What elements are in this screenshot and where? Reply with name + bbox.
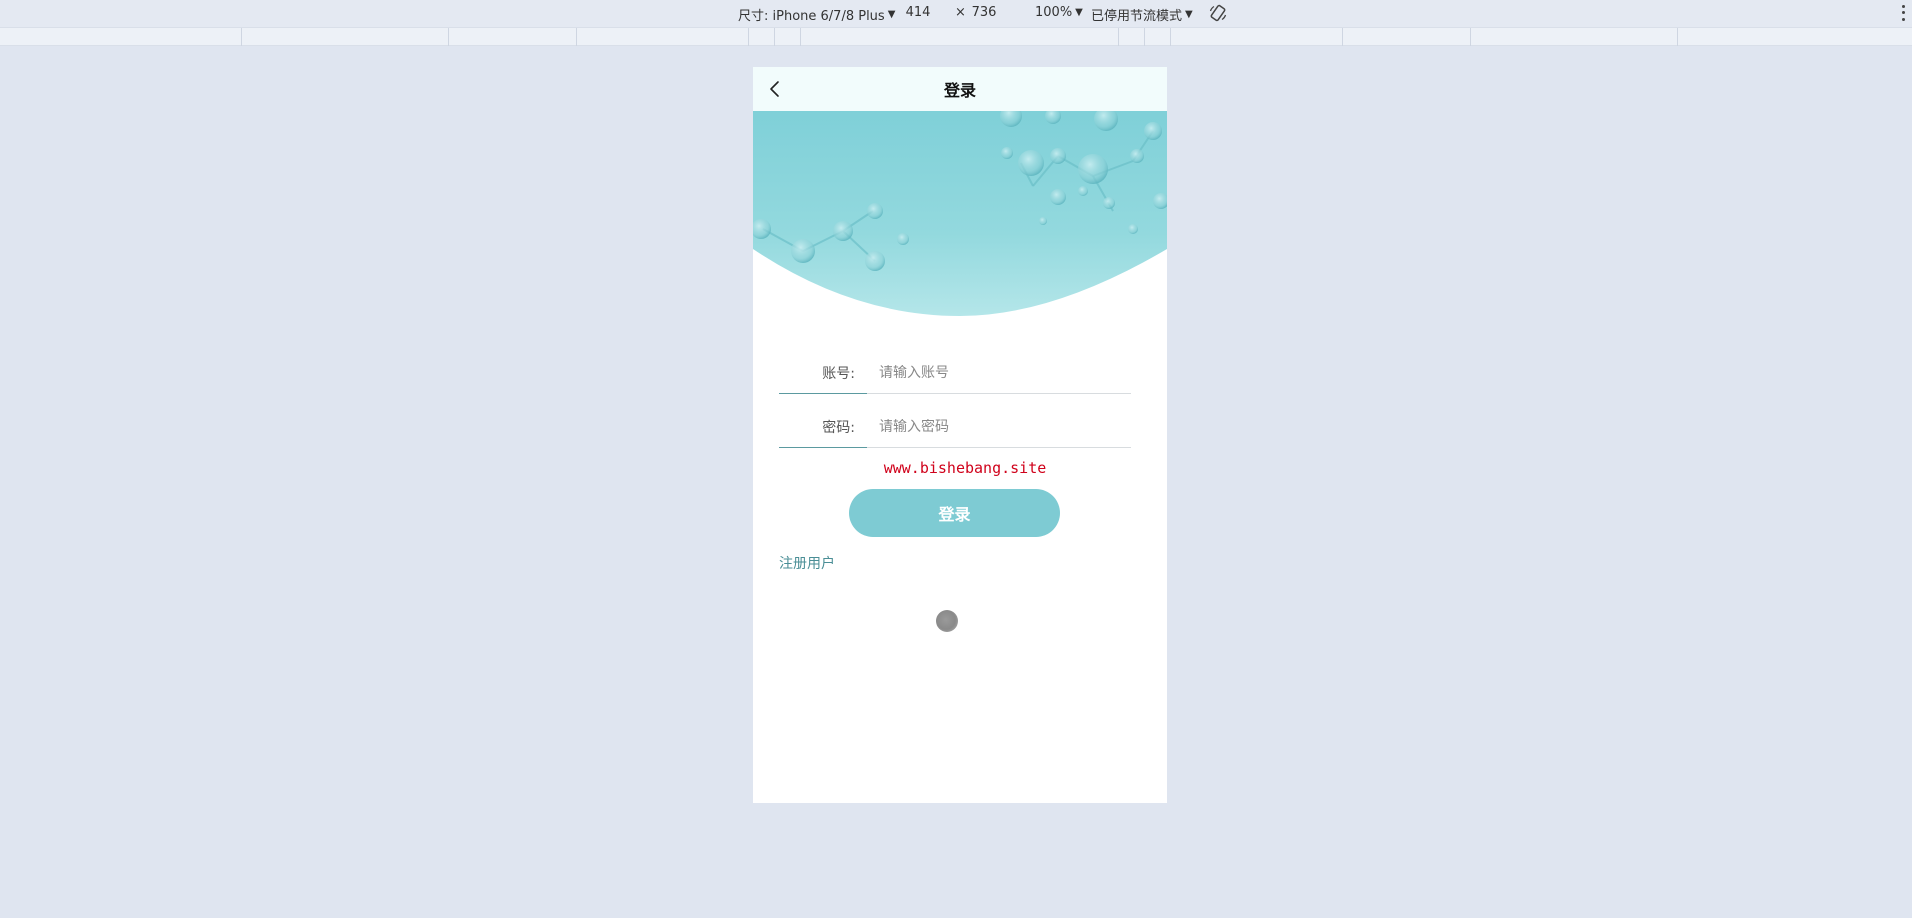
password-field: 密码: — [779, 406, 1131, 448]
account-field: 账号: — [779, 352, 1131, 394]
back-button[interactable] — [761, 75, 789, 103]
media-query-ruler — [0, 27, 1912, 46]
login-button[interactable]: 登录 — [849, 489, 1060, 537]
watermark-text: www.bishebang.site — [883, 459, 1047, 477]
register-link[interactable]: 注册用户 — [779, 553, 835, 573]
zoom-select-label: 100% — [1035, 5, 1073, 20]
more-options-icon[interactable] — [1900, 3, 1906, 23]
rotate-icon — [1209, 4, 1227, 22]
caret-down-icon: ▼ — [887, 9, 896, 20]
devtools-device-toolbar: 尺寸: iPhone 6/7/8 Plus ▼ × 100% ▼ 已停用节流模式… — [0, 0, 1912, 27]
password-input[interactable] — [867, 419, 1131, 435]
rotate-button[interactable] — [1208, 3, 1228, 23]
field-underline-accent — [779, 393, 867, 394]
loading-indicator — [936, 610, 958, 632]
width-field-wrap — [898, 5, 938, 20]
throttle-select-label: 已停用节流模式 — [1091, 9, 1183, 24]
zoom-select[interactable]: 100% ▼ — [1035, 5, 1083, 20]
nav-bar: 登录 — [753, 67, 1167, 111]
password-label: 密码: — [822, 420, 855, 436]
account-input[interactable] — [867, 365, 1131, 381]
chevron-left-icon — [770, 81, 779, 97]
device-select[interactable]: 尺寸: iPhone 6/7/8 Plus ▼ — [738, 5, 895, 24]
caret-down-icon: ▼ — [1075, 7, 1083, 18]
height-field-wrap — [964, 5, 1004, 20]
device-height-input[interactable] — [964, 5, 1004, 20]
throttle-select[interactable]: 已停用节流模式 ▼ — [1091, 5, 1193, 24]
watermark-text-wrap: www.bishebang.site — [753, 459, 1167, 477]
device-viewport: 登录 账号: 请输入账号 密码: www.bishebang.site 登录 注… — [753, 67, 1167, 803]
account-label: 账号: — [822, 366, 855, 382]
device-width-input[interactable] — [898, 5, 938, 20]
banner-image — [753, 111, 1167, 316]
caret-down-icon: ▼ — [1185, 9, 1193, 20]
page-title: 登录 — [943, 81, 976, 100]
device-select-label: 尺寸: iPhone 6/7/8 Plus — [738, 9, 885, 24]
field-underline-accent — [779, 447, 867, 448]
login-form: 账号: 密码: — [779, 352, 1131, 460]
